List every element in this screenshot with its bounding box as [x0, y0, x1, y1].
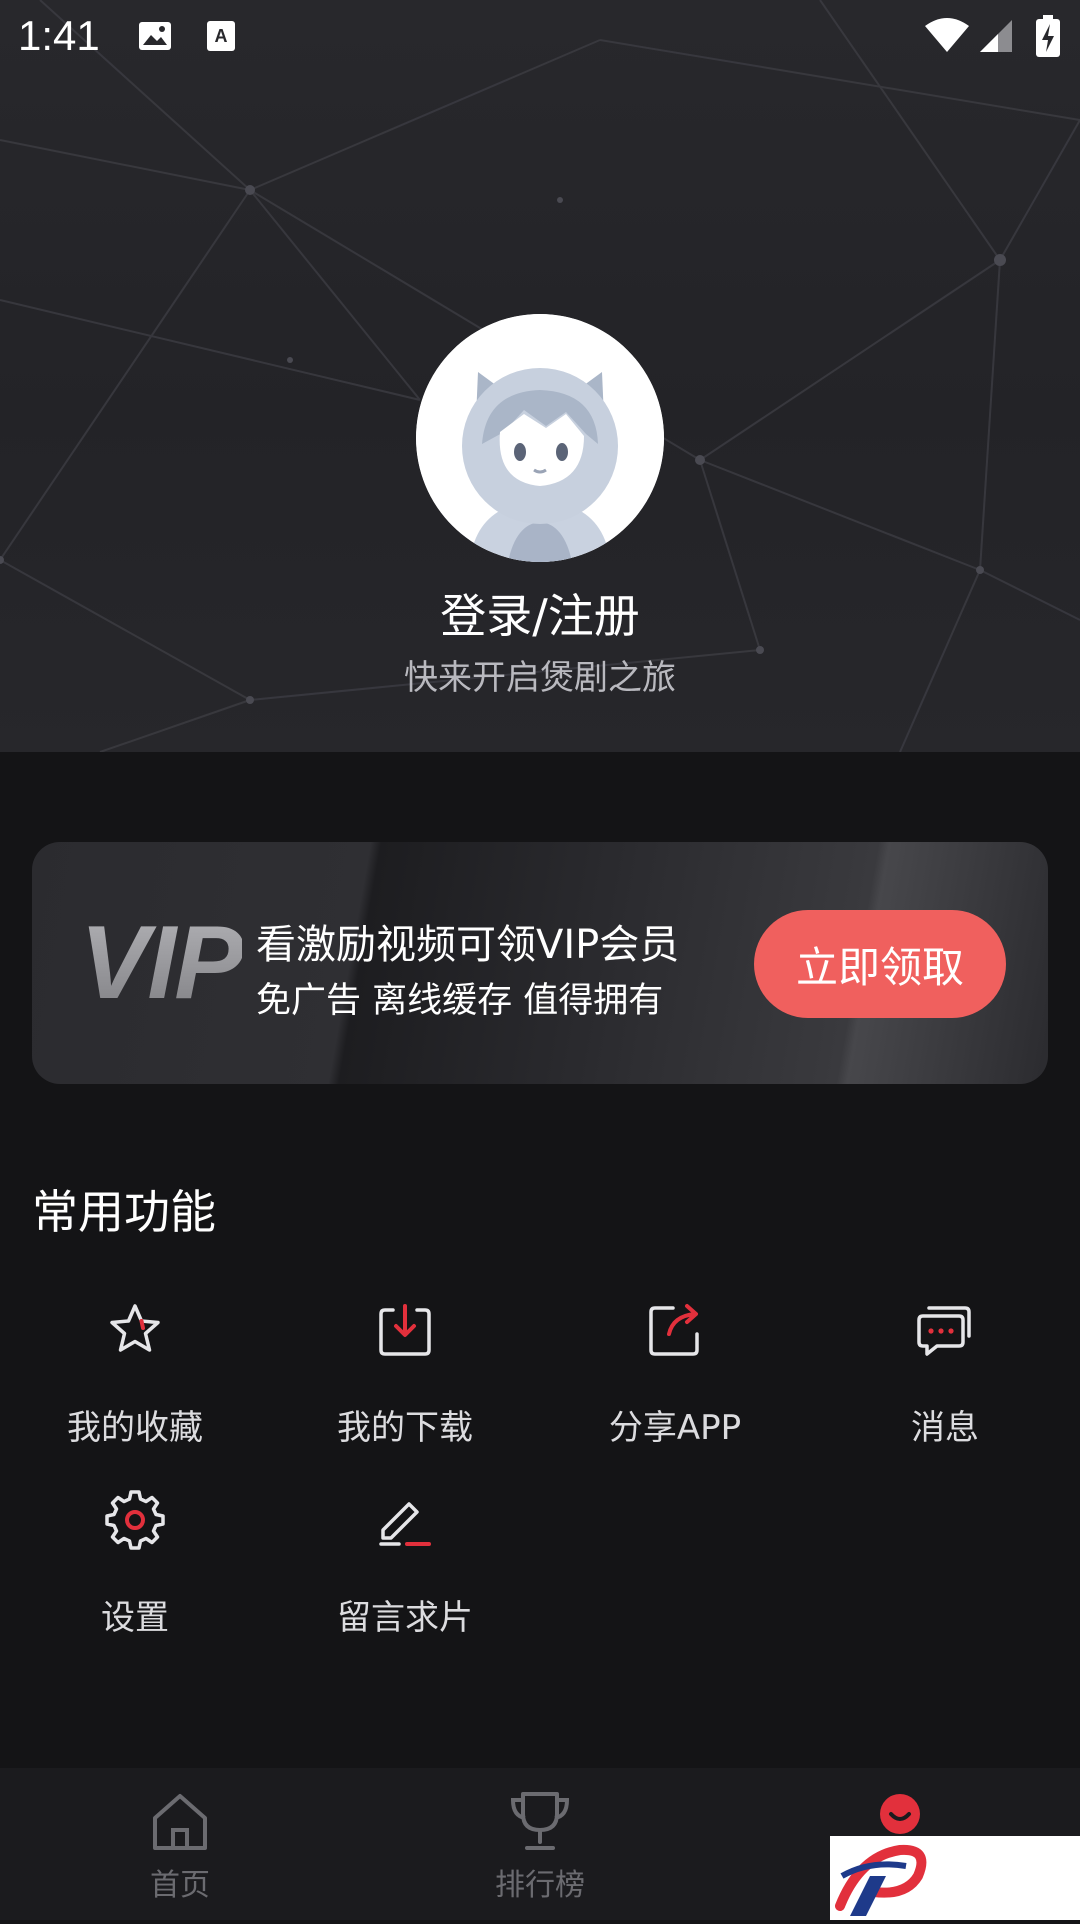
status-bar: 1:41 A — [0, 0, 1080, 72]
star-icon — [110, 1304, 160, 1352]
status-time: 1:41 — [18, 12, 100, 59]
claim-vip-button[interactable]: 立即领取 — [754, 910, 1006, 1018]
feature-label: 分享APP — [608, 1408, 742, 1448]
feature-share-app[interactable]: 分享APP — [540, 1300, 810, 1470]
cellular-signal-icon — [976, 14, 1016, 58]
feature-label: 消息 — [911, 1408, 979, 1448]
vip-logo: VIP — [80, 905, 244, 1021]
image-notification-icon — [136, 14, 174, 58]
gear-icon — [105, 1490, 165, 1550]
login-register-link[interactable]: 登录/注册 — [0, 580, 1080, 646]
feature-request-movie[interactable]: 留言求片 — [270, 1490, 540, 1660]
battery-charging-icon — [1034, 14, 1062, 58]
nav-label: 排行榜 — [495, 1868, 585, 1903]
feature-label: 留言求片 — [337, 1598, 473, 1638]
feature-label: 我的收藏 — [67, 1408, 203, 1448]
nav-home[interactable]: 首页 — [0, 1768, 360, 1920]
feature-downloads[interactable]: 我的下载 — [270, 1300, 540, 1470]
feature-messages[interactable]: 消息 — [810, 1300, 1080, 1470]
ad-logo[interactable] — [830, 1836, 1080, 1920]
text-notification-icon: A — [204, 14, 238, 58]
nav-label: 首页 — [150, 1868, 210, 1903]
wifi-icon — [922, 14, 972, 58]
features-section-title: 常用功能 — [32, 1185, 216, 1239]
svg-text:A: A — [215, 26, 228, 46]
nav-ranking[interactable]: 排行榜 — [360, 1768, 720, 1920]
edit-icon — [379, 1502, 431, 1546]
vip-card[interactable]: VIP 看激励视频可领VIP会员 免广告 离线缓存 值得拥有 立即领取 — [32, 842, 1048, 1084]
share-icon — [649, 1304, 699, 1356]
login-subtitle: 快来开启煲剧之旅 — [404, 658, 676, 698]
message-icon — [917, 1306, 971, 1356]
feature-label: 我的下载 — [337, 1408, 473, 1448]
home-icon — [153, 1794, 207, 1850]
vip-subtitle: 免广告 离线缓存 值得拥有 — [256, 981, 664, 1021]
brand-logo-icon — [835, 1844, 927, 1916]
avatar[interactable] — [416, 314, 664, 562]
feature-label: 设置 — [101, 1598, 169, 1638]
feature-favorites[interactable]: 我的收藏 — [0, 1300, 270, 1470]
download-icon — [379, 1304, 431, 1356]
feature-settings[interactable]: 设置 — [0, 1490, 270, 1660]
cat-hood-avatar-icon — [416, 314, 664, 562]
vip-title: 看激励视频可领VIP会员 — [256, 922, 680, 968]
trophy-icon — [510, 1792, 570, 1850]
